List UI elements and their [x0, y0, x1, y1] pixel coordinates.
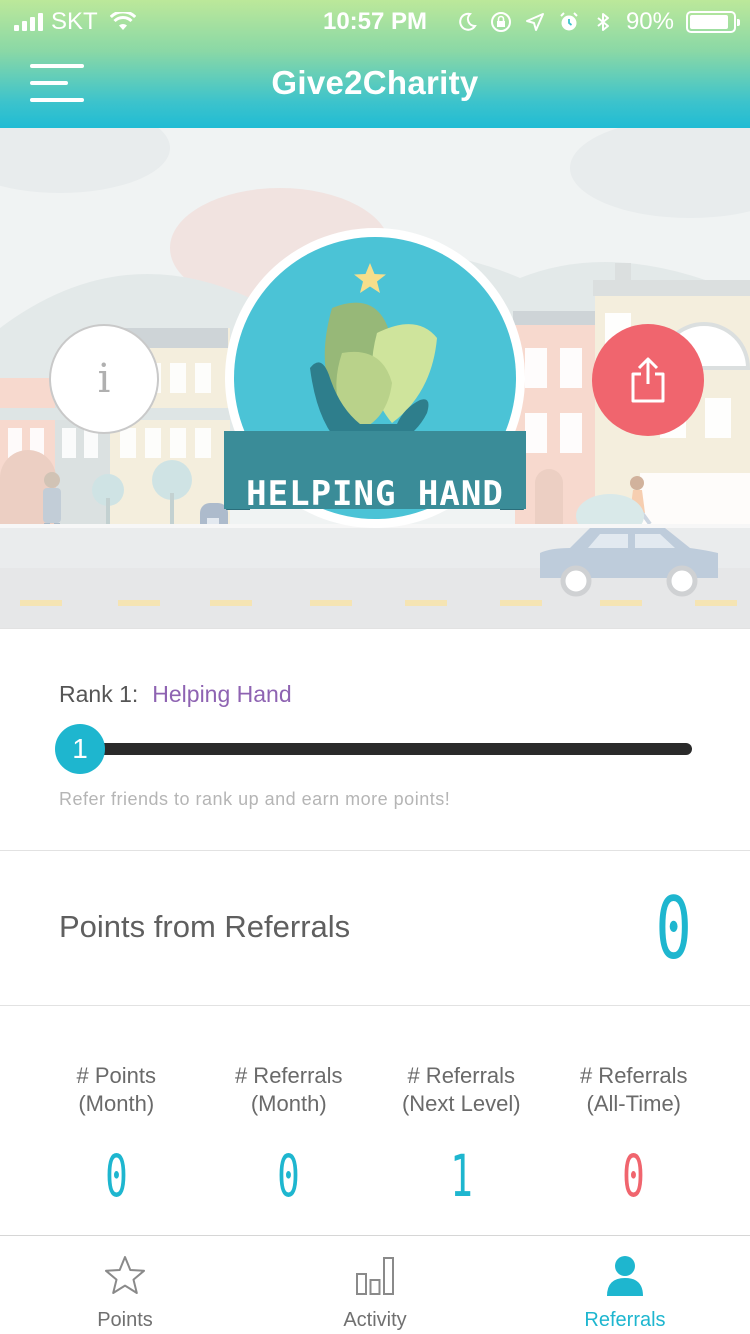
hero-banner: HELPING HAND i: [0, 128, 750, 628]
info-icon: i: [97, 356, 111, 402]
tab-label: Activity: [343, 1309, 407, 1331]
bar-chart-icon: [356, 1257, 394, 1295]
tab-referrals[interactable]: Referrals: [500, 1236, 750, 1334]
share-button[interactable]: [592, 324, 704, 436]
rank-hint: Refer friends to rank up and earn more p…: [59, 789, 451, 809]
person-icon: [607, 1256, 643, 1296]
battery-percent: 90%: [625, 8, 674, 35]
location-icon: [525, 13, 544, 31]
stat-label-line1: # Referrals: [407, 1063, 516, 1088]
points-from-referrals-value: 0: [655, 879, 692, 979]
stat-value: 1: [449, 1142, 473, 1210]
stat-label-line2: (Month): [78, 1091, 155, 1116]
stat-label-line2: (All-Time): [586, 1091, 682, 1116]
stat-label: # Points (Month): [30, 1062, 203, 1118]
nav-bar: Give2Charity: [0, 40, 750, 128]
status-bar: SKT 10:57 PM 90%: [0, 0, 750, 40]
tab-points[interactable]: Points: [0, 1236, 250, 1334]
stat-referrals-all-time: # Referrals (All-Time) 0: [548, 1062, 721, 1212]
star-icon: [105, 1256, 145, 1294]
info-button[interactable]: i: [49, 324, 159, 434]
bluetooth-icon: [597, 13, 609, 31]
points-from-referrals-row: Points from Referrals 0: [0, 850, 750, 1006]
rank-level-indicator: 1: [55, 724, 105, 774]
stat-label-line1: # Referrals: [234, 1063, 343, 1088]
stat-label: # Referrals (Next Level): [375, 1062, 548, 1118]
points-from-referrals-label: Points from Referrals: [59, 909, 351, 944]
alarm-icon: [560, 12, 578, 31]
tab-label: Referrals: [584, 1309, 666, 1331]
stat-referrals-month: # Referrals (Month) 0: [203, 1062, 376, 1212]
rank-section: Rank 1: Helping Hand 1 Refer friends to r…: [0, 628, 750, 850]
share-icon: [631, 357, 665, 403]
stat-label: # Referrals (Month): [203, 1062, 376, 1118]
battery-icon: [686, 11, 740, 33]
rank-badge: HELPING HAND: [222, 228, 528, 534]
stat-referrals-next-level: # Referrals (Next Level) 1: [375, 1062, 548, 1212]
battery-fill: [690, 15, 728, 29]
rank-heading: Rank 1: Helping Hand: [59, 681, 292, 708]
tab-label: Points: [97, 1309, 153, 1331]
rank-name: Helping Hand: [152, 681, 292, 707]
stat-value: 0: [622, 1142, 646, 1210]
status-right-group: 90%: [456, 8, 740, 36]
tab-bar: Points Activity Referrals: [0, 1235, 750, 1334]
stat-label: # Referrals (All-Time): [548, 1062, 721, 1118]
stat-label-line2: (Month): [250, 1091, 327, 1116]
app-title: Give2Charity: [271, 64, 479, 101]
rank-label: Rank 1:: [59, 681, 139, 707]
badge-title: HELPING HAND: [246, 474, 504, 514]
app-header: SKT 10:57 PM 90% Give2Charity: [0, 0, 750, 128]
stats-grid: # Points (Month) 0 # Referrals (Month) 0…: [30, 1062, 720, 1212]
rotation-lock-icon: [490, 12, 511, 32]
tab-activity[interactable]: Activity: [250, 1236, 500, 1334]
moon-icon: [459, 12, 477, 31]
stat-label-line1: # Points: [76, 1063, 157, 1088]
stat-value: 0: [104, 1142, 128, 1210]
stat-points-month: # Points (Month) 0: [30, 1062, 203, 1212]
stat-label-line2: (Next Level): [401, 1091, 521, 1116]
stat-value: 0: [277, 1142, 301, 1210]
rank-progress-track: [60, 743, 692, 755]
stat-label-line1: # Referrals: [579, 1063, 688, 1088]
